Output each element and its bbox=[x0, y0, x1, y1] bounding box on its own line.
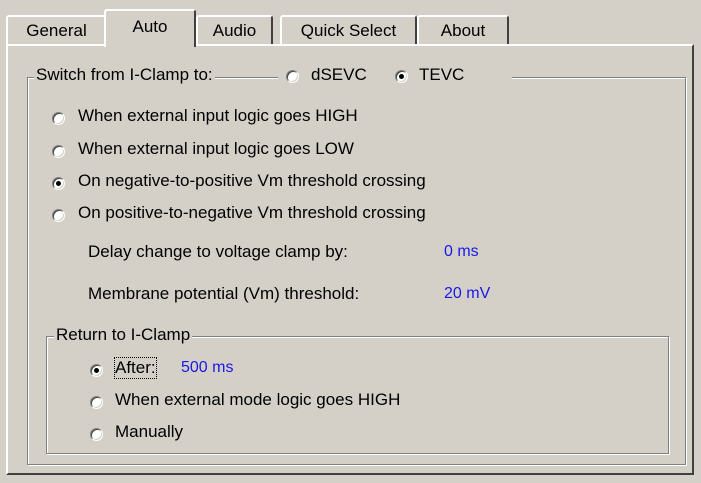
option-pos-to-neg-label[interactable]: On positive-to-negative Vm threshold cro… bbox=[78, 203, 426, 223]
option-neg-to-pos-label[interactable]: On negative-to-positive Vm threshold cro… bbox=[78, 171, 426, 191]
return-after-value[interactable]: 500 ms bbox=[181, 359, 233, 377]
option-pos-to-neg-radio[interactable] bbox=[52, 209, 65, 222]
option-logic-low-label[interactable]: When external input logic goes LOW bbox=[78, 139, 354, 159]
auto-tab-panel: Switch from I-Clamp to: dSEVC TEVC When … bbox=[6, 44, 694, 475]
mode-selector: dSEVC TEVC bbox=[278, 65, 512, 87]
tab-about[interactable]: About bbox=[417, 15, 509, 44]
tevc-radio[interactable] bbox=[395, 70, 408, 83]
option-logic-low-radio[interactable] bbox=[52, 145, 65, 158]
tab-auto-label: Auto bbox=[132, 17, 168, 36]
return-after-label[interactable]: After: bbox=[114, 357, 157, 379]
return-mode-logic-label[interactable]: When external mode logic goes HIGH bbox=[115, 390, 400, 410]
tab-auto[interactable]: Auto bbox=[104, 9, 196, 47]
return-after-radio[interactable] bbox=[90, 364, 103, 377]
return-manually-label[interactable]: Manually bbox=[115, 422, 183, 442]
delay-label: Delay change to voltage clamp by: bbox=[88, 242, 348, 261]
switch-group-legend-label: Switch from I-Clamp to: bbox=[36, 65, 213, 84]
tevc-label[interactable]: TEVC bbox=[419, 65, 464, 85]
return-mode-logic-radio[interactable] bbox=[90, 396, 103, 409]
threshold-label: Membrane potential (Vm) threshold: bbox=[88, 284, 360, 303]
tab-audio[interactable]: Audio bbox=[196, 15, 273, 44]
option-logic-high-radio[interactable] bbox=[52, 112, 65, 125]
delay-value[interactable]: 0 ms bbox=[444, 243, 479, 261]
tab-about-label: About bbox=[440, 21, 486, 40]
tab-general[interactable]: General bbox=[6, 15, 107, 44]
return-group-legend-label: Return to I-Clamp bbox=[56, 325, 191, 344]
dsevc-radio[interactable] bbox=[286, 70, 299, 83]
option-logic-high-label[interactable]: When external input logic goes HIGH bbox=[78, 106, 358, 126]
tab-general-label: General bbox=[26, 21, 87, 40]
tab-audio-label: Audio bbox=[212, 21, 257, 40]
threshold-value[interactable]: 20 mV bbox=[444, 285, 490, 303]
return-group-legend: Return to I-Clamp bbox=[54, 325, 193, 345]
option-neg-to-pos-radio[interactable] bbox=[52, 177, 65, 190]
switch-group-legend: Switch from I-Clamp to: bbox=[34, 65, 215, 85]
return-manually-radio[interactable] bbox=[90, 428, 103, 441]
tab-quick-select[interactable]: Quick Select bbox=[280, 15, 417, 44]
tab-quick-select-label: Quick Select bbox=[300, 21, 397, 40]
dsevc-label[interactable]: dSEVC bbox=[311, 65, 367, 85]
